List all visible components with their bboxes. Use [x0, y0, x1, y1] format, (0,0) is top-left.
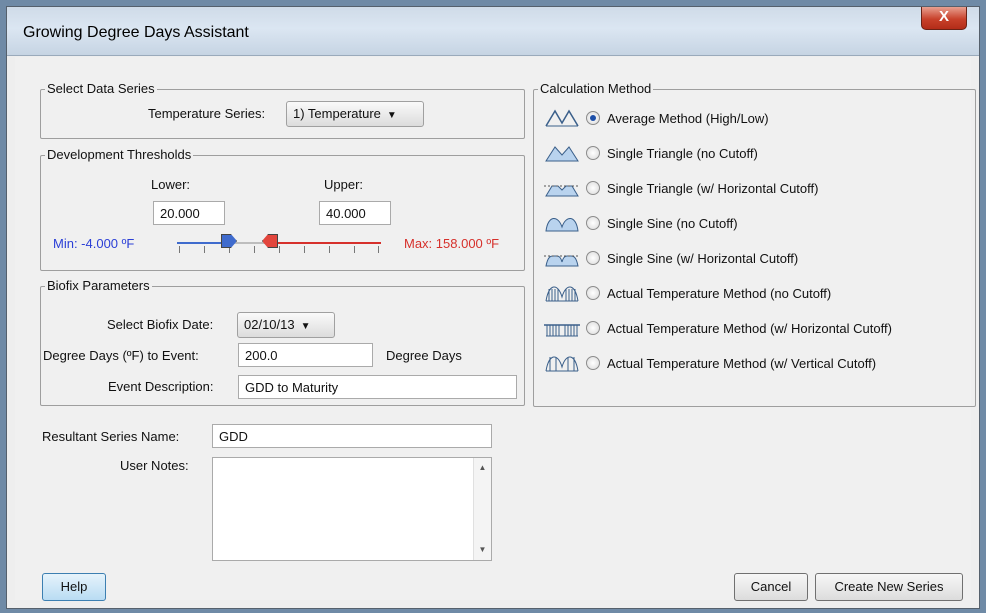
- slider-ticks: [177, 246, 381, 254]
- close-button[interactable]: X: [921, 7, 967, 30]
- method-radio[interactable]: [586, 251, 600, 265]
- temperature-series-dropdown[interactable]: 1) Temperature ▼: [286, 101, 424, 127]
- biofix-date-label: Select Biofix Date:: [107, 317, 214, 332]
- event-description-input[interactable]: [238, 375, 517, 399]
- method-label: Actual Temperature Method (w/ Horizontal…: [607, 320, 892, 336]
- method-radio[interactable]: [586, 321, 600, 335]
- lower-threshold-label: Lower:: [151, 177, 191, 192]
- series-name-label: Resultant Series Name:: [42, 429, 180, 444]
- window-title: Growing Degree Days Assistant: [23, 24, 249, 41]
- thresholds-group: Development Thresholds Lower: Upper: Min…: [40, 147, 525, 271]
- slider-tick: [304, 246, 305, 253]
- slider-tick: [378, 246, 379, 253]
- cancel-button[interactable]: Cancel: [734, 573, 808, 601]
- slider-tick: [204, 246, 205, 253]
- method-radio[interactable]: [586, 111, 600, 125]
- scroll-up-icon[interactable]: ▲: [474, 460, 491, 476]
- lower-threshold-input[interactable]: [153, 201, 225, 225]
- biofix-group: Biofix Parameters Select Biofix Date: 02…: [40, 278, 525, 406]
- method-label: Actual Temperature Method (no Cutoff): [607, 285, 832, 301]
- method-option[interactable]: Single Triangle (no Cutoff): [544, 140, 758, 166]
- method-label: Single Triangle (w/ Horizontal Cutoff): [607, 180, 819, 196]
- help-button[interactable]: Help: [42, 573, 106, 601]
- data-series-group: Select Data Series Temperature Series: 1…: [40, 81, 525, 139]
- threshold-range-slider[interactable]: [177, 232, 381, 258]
- single-sine-cutoff-icon: [544, 246, 586, 271]
- method-option[interactable]: Actual Temperature Method (w/ Vertical C…: [544, 350, 876, 376]
- method-label: Single Triangle (no Cutoff): [607, 145, 758, 161]
- user-notes-textarea[interactable]: ▲ ▼: [212, 457, 492, 561]
- scroll-down-icon[interactable]: ▼: [474, 542, 491, 558]
- slider-tick: [279, 246, 280, 253]
- slider-track-upper: [270, 242, 381, 244]
- actual-temp-icon: [544, 281, 586, 306]
- slider-tick: [329, 246, 330, 253]
- upper-threshold-label: Upper:: [324, 177, 364, 192]
- min-temperature-label: Min: -4.000 ºF: [53, 236, 135, 251]
- method-radio[interactable]: [586, 216, 600, 230]
- actual-temp-horizontal-cutoff-icon: [544, 316, 586, 341]
- degree-days-unit: Degree Days: [386, 348, 462, 363]
- data-series-legend: Select Data Series: [45, 81, 157, 96]
- thresholds-legend: Development Thresholds: [45, 147, 194, 162]
- method-option[interactable]: Average Method (High/Low): [544, 105, 769, 131]
- temperature-series-label: Temperature Series:: [148, 106, 266, 121]
- notes-scrollbar[interactable]: ▲ ▼: [473, 458, 491, 560]
- biofix-date-dropdown[interactable]: 02/10/13 ▼: [237, 312, 335, 338]
- slider-tick: [254, 246, 255, 253]
- method-radio[interactable]: [586, 146, 600, 160]
- degree-days-label: Degree Days (ºF) to Event:: [43, 348, 199, 363]
- biofix-date-value: 02/10/13: [244, 317, 295, 332]
- method-radio[interactable]: [586, 286, 600, 300]
- method-option[interactable]: Actual Temperature Method (w/ Horizontal…: [544, 315, 892, 341]
- dialog-content: Select Data Series Temperature Series: 1…: [15, 57, 976, 601]
- single-triangle-cutoff-icon: [544, 176, 586, 201]
- method-label: Average Method (High/Low): [607, 110, 769, 126]
- dropdown-arrow-icon: ▼: [300, 321, 311, 332]
- method-option[interactable]: Single Sine (no Cutoff): [544, 210, 738, 236]
- max-temperature-label: Max: 158.000 ºF: [404, 236, 500, 251]
- method-label: Single Sine (w/ Horizontal Cutoff): [607, 250, 799, 266]
- method-radio[interactable]: [586, 181, 600, 195]
- event-description-label: Event Description:: [108, 379, 214, 394]
- method-radio[interactable]: [586, 356, 600, 370]
- calculation-method-legend: Calculation Method: [538, 81, 654, 96]
- single-sine-icon: [544, 211, 586, 236]
- method-option[interactable]: Single Triangle (w/ Horizontal Cutoff): [544, 175, 818, 201]
- method-label: Single Sine (no Cutoff): [607, 215, 738, 231]
- single-triangle-icon: [544, 141, 586, 166]
- user-notes-label: User Notes:: [120, 458, 189, 473]
- calculation-method-group: Calculation Method Average Method (High/…: [533, 81, 976, 407]
- average-method-icon: [544, 106, 586, 131]
- method-option[interactable]: Actual Temperature Method (no Cutoff): [544, 280, 831, 306]
- create-series-button[interactable]: Create New Series: [815, 573, 963, 601]
- temperature-series-value: 1) Temperature: [293, 106, 381, 121]
- upper-threshold-input[interactable]: [319, 201, 391, 225]
- slider-tick: [179, 246, 180, 253]
- degree-days-input[interactable]: [238, 343, 373, 367]
- actual-temp-vertical-cutoff-icon: [544, 351, 586, 376]
- dropdown-arrow-icon: ▼: [386, 110, 397, 121]
- method-option[interactable]: Single Sine (w/ Horizontal Cutoff): [544, 245, 798, 271]
- title-bar[interactable]: Growing Degree Days Assistant X: [7, 7, 979, 56]
- method-label: Actual Temperature Method (w/ Vertical C…: [607, 355, 877, 371]
- dialog-window: Growing Degree Days Assistant X Select D…: [6, 6, 980, 609]
- biofix-legend: Biofix Parameters: [45, 278, 152, 293]
- slider-tick: [354, 246, 355, 253]
- series-name-input[interactable]: [212, 424, 492, 448]
